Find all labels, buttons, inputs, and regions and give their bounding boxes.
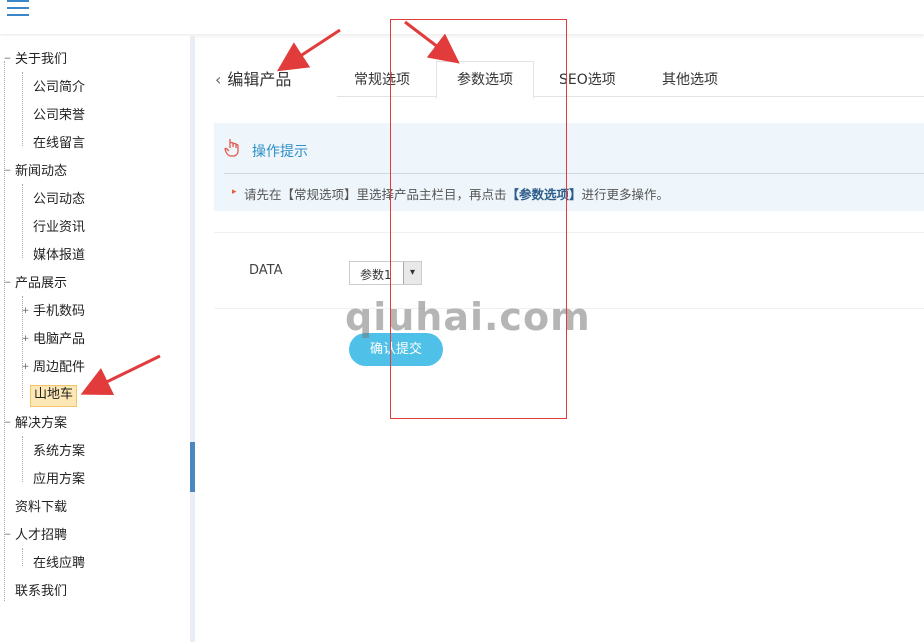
- tip-text-suffix: 进行更多操作。: [581, 187, 670, 202]
- sidebar-item-label: 新闻动态: [15, 164, 68, 179]
- sidebar-item-message[interactable]: 在线留言: [33, 134, 85, 154]
- sidebar-item-label: 公司简介: [33, 80, 86, 95]
- collapse-icon[interactable]: −: [3, 419, 12, 428]
- expand-icon[interactable]: +: [21, 307, 30, 316]
- sidebar-item-apply[interactable]: 在线应聘: [33, 554, 85, 574]
- sidebar-item-label: 手机数码: [33, 304, 86, 319]
- menu-icon[interactable]: [7, 0, 29, 18]
- sidebar-item-label: 行业资讯: [33, 220, 86, 235]
- sidebar-item-profile[interactable]: 公司简介: [33, 78, 85, 98]
- divider: [214, 232, 924, 233]
- sidebar-item-label: 应用方案: [33, 472, 86, 487]
- sidebar-item-careers[interactable]: − 人才招聘: [4, 526, 68, 546]
- sidebar-item-contact[interactable]: 联系我们: [15, 582, 67, 602]
- sidebar-item-mobile[interactable]: + 手机数码: [22, 302, 86, 322]
- annotation-highlight-box: [390, 19, 567, 419]
- sidebar-scrollbar[interactable]: [190, 36, 195, 642]
- sidebar-item-honors[interactable]: 公司荣誉: [33, 106, 85, 126]
- expand-icon[interactable]: +: [21, 363, 30, 372]
- sidebar-item-industry[interactable]: 行业资讯: [33, 218, 85, 238]
- collapse-icon[interactable]: −: [3, 531, 12, 540]
- sidebar-item-media[interactable]: 媒体报道: [33, 246, 85, 266]
- sidebar-item-label: 产品展示: [15, 276, 68, 291]
- chevron-left-icon: ‹: [215, 70, 222, 89]
- sidebar-item-about[interactable]: − 关于我们: [4, 50, 68, 70]
- triangle-right-icon: ▸: [232, 187, 237, 197]
- page-title: 编辑产品: [227, 70, 292, 89]
- sidebar-item-label: 周边配件: [33, 360, 86, 375]
- data-field-label: DATA: [249, 263, 283, 278]
- sidebar: − 关于我们 公司简介 公司荣誉 在线留言 − 新闻动态 公司动态 行业资讯 媒体报…: [0, 36, 190, 642]
- sidebar-item-label: 在线留言: [33, 136, 86, 151]
- sidebar-item-news[interactable]: − 新闻动态: [4, 162, 68, 182]
- tip-title: 操作提示: [252, 144, 308, 160]
- sidebar-item-solutions[interactable]: − 解决方案: [4, 414, 68, 434]
- sidebar-item-label: 人才招聘: [15, 528, 68, 543]
- sidebar-item-label: 山地车: [34, 387, 74, 402]
- sidebar-item-accessories[interactable]: + 周边配件: [22, 358, 86, 378]
- sidebar-item-label: 媒体报道: [33, 248, 86, 263]
- collapse-icon[interactable]: −: [3, 167, 12, 176]
- collapse-icon[interactable]: −: [3, 279, 12, 288]
- sidebar-item-system-plan[interactable]: 系统方案: [33, 442, 85, 462]
- tab-other[interactable]: 其他选项: [662, 69, 718, 89]
- sidebar-item-label: 公司荣誉: [33, 108, 86, 123]
- sidebar-item-label: 系统方案: [33, 444, 86, 459]
- expand-icon[interactable]: +: [21, 335, 30, 344]
- sidebar-item-label: 资料下载: [15, 500, 68, 515]
- back-link[interactable]: ‹ 编辑产品: [215, 66, 291, 90]
- sidebar-item-company-news[interactable]: 公司动态: [33, 190, 85, 210]
- sidebar-item-mountain-bike[interactable]: 山地车: [30, 385, 78, 407]
- sidebar-item-label: 联系我们: [15, 584, 68, 599]
- sidebar-item-label: 解决方案: [15, 416, 68, 431]
- data-select-value: 参数1: [360, 268, 392, 282]
- sidebar-item-label: 在线应聘: [33, 556, 86, 571]
- tip-panel: 操作提示 ▸ 请先在【常规选项】里选择产品主栏目，再点击【参数选项】进行更多操作…: [214, 123, 924, 211]
- sidebar-item-computers[interactable]: + 电脑产品: [22, 330, 86, 350]
- sidebar-item-downloads[interactable]: 资料下载: [15, 498, 67, 518]
- sidebar-scroll-thumb[interactable]: [190, 442, 195, 492]
- divider: [224, 173, 924, 174]
- sidebar-item-label: 公司动态: [33, 192, 86, 207]
- sidebar-item-label: 关于我们: [15, 52, 68, 67]
- hand-pointer-icon: [224, 139, 239, 157]
- tab-seo[interactable]: SEO选项: [559, 69, 616, 89]
- sidebar-item-app-plan[interactable]: 应用方案: [33, 470, 85, 490]
- sidebar-item-label: 电脑产品: [33, 332, 86, 347]
- sidebar-item-products[interactable]: − 产品展示: [4, 274, 68, 294]
- collapse-icon[interactable]: −: [3, 55, 12, 64]
